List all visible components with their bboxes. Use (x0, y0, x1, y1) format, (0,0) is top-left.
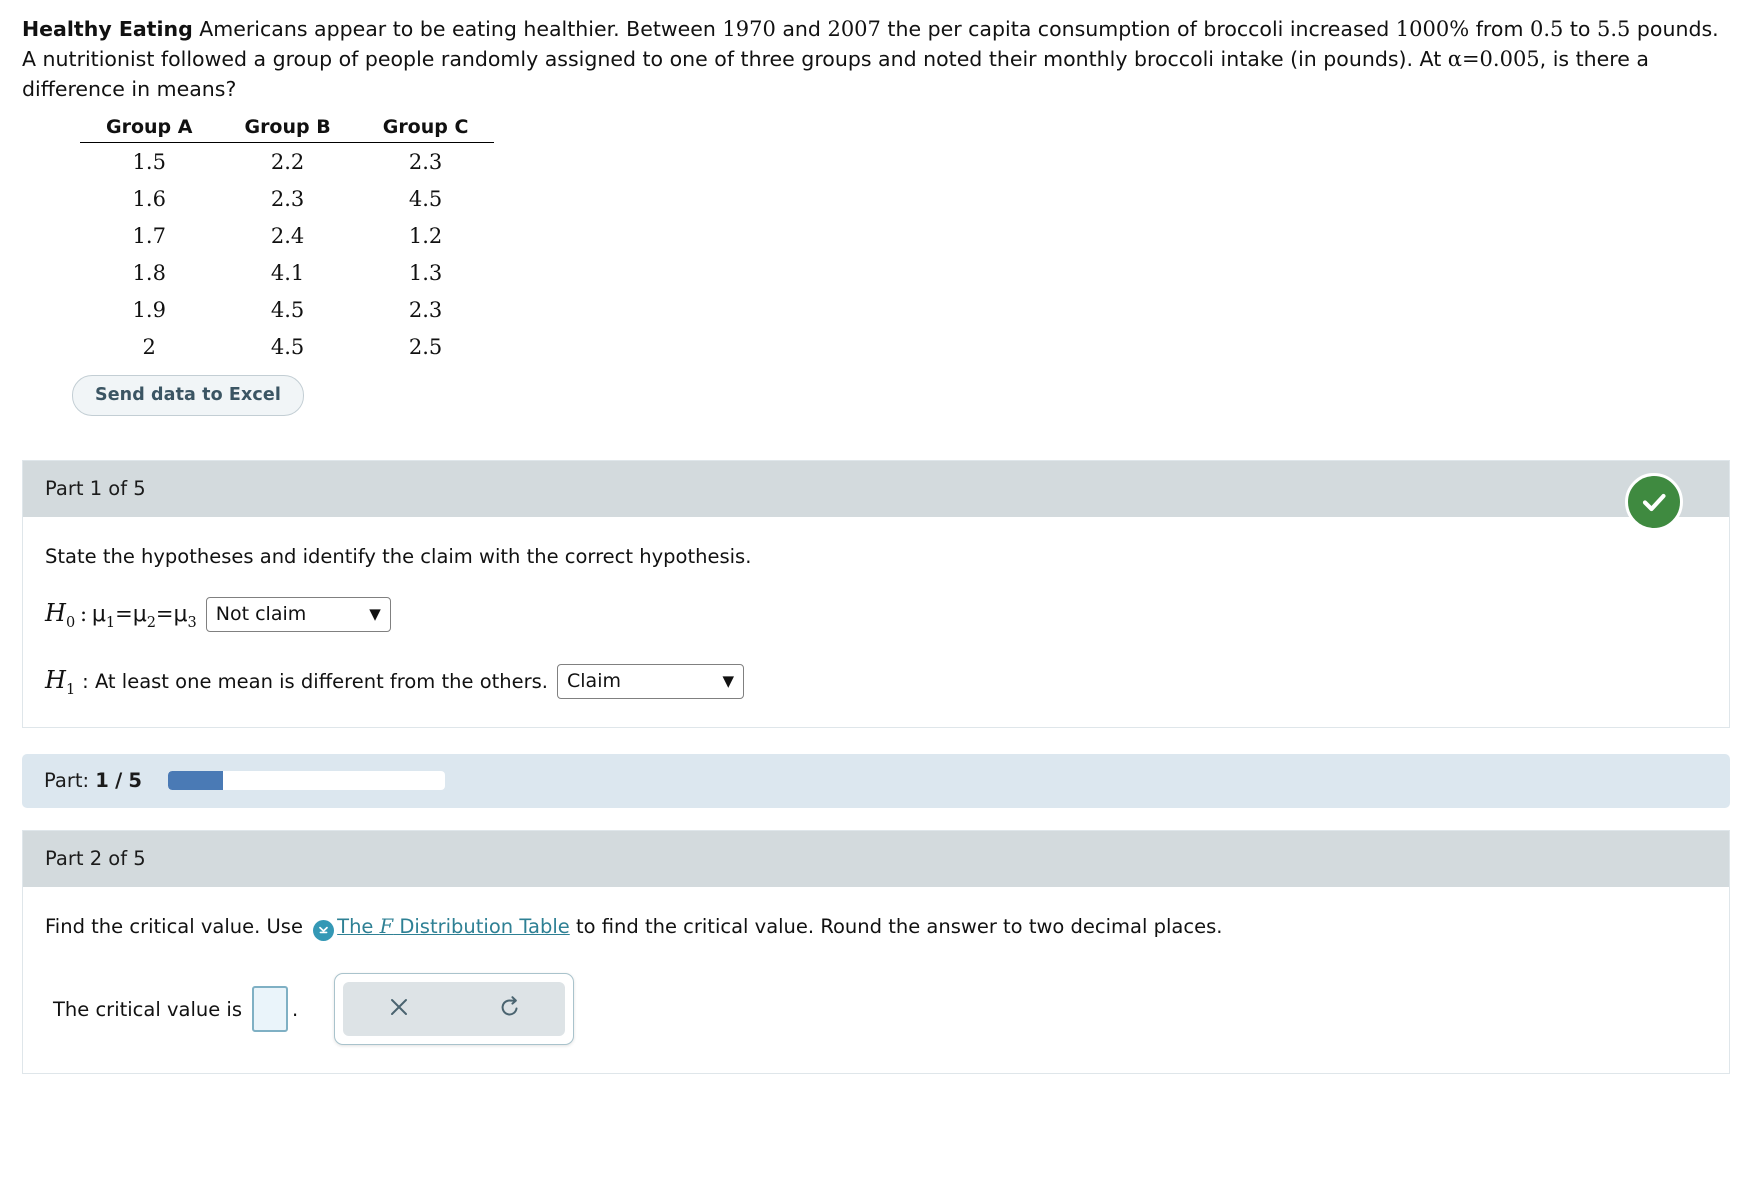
progress-current: 1 (95, 769, 109, 792)
alpha-value: α=0.005 (1447, 47, 1540, 71)
problem-text-and: and (775, 17, 828, 41)
cell-a2: 1.6 (132, 186, 166, 211)
year-start: 1970 (722, 17, 776, 41)
chevron-down-icon: ▼ (722, 671, 735, 690)
link-text-after: Distribution Table (393, 915, 570, 938)
broccoli-data-table: Group A Group B Group C 1.5 2.2 2.3 1.6 … (80, 116, 495, 366)
part-1-body: State the hypotheses and identify the cl… (23, 517, 1729, 727)
data-table-wrapper: Group A Group B Group C 1.5 2.2 2.3 1.6 … (0, 104, 1756, 365)
answer-row: The critical value is . (45, 973, 1707, 1045)
undo-answer-button[interactable] (454, 994, 565, 1024)
progress-prefix: Part: (44, 769, 90, 792)
h0-claim-value: Not claim (215, 603, 307, 625)
chevron-down-icon: ▼ (369, 604, 381, 623)
part-2-body: Find the critical value. Use The F Distr… (23, 887, 1729, 1073)
table-row: 1.5 2.2 2.3 (80, 143, 494, 181)
part-2-header: Part 2 of 5 (23, 831, 1729, 887)
h0-expression: H0 : μ1=μ2=μ3 (45, 598, 197, 631)
h0-claim-dropdown[interactable]: Not claim ▼ (205, 597, 391, 632)
clear-answer-button[interactable] (343, 994, 454, 1024)
cell-c1: 2.3 (408, 149, 443, 174)
cell-c2: 4.5 (408, 186, 443, 211)
value-from: 0.5 (1529, 17, 1564, 41)
progress-bar-fill (167, 771, 224, 790)
table-row: 1.8 4.1 1.3 (80, 254, 494, 291)
year-end: 2007 (827, 17, 881, 41)
cell-b6: 4.5 (270, 334, 305, 359)
progress-total: 5 (128, 769, 142, 792)
value-to: 5.5 (1596, 17, 1631, 41)
cell-a1: 1.5 (132, 149, 166, 174)
problem-title: Healthy Eating (22, 17, 193, 41)
cell-b2: 2.3 (270, 186, 305, 211)
part-2-question: Find the critical value. Use The F Distr… (45, 913, 1707, 941)
table-row: 1.9 4.5 2.3 (80, 291, 494, 328)
table-body: 1.5 2.2 2.3 1.6 2.3 4.5 1.7 2.4 1.2 1.8 … (80, 143, 494, 366)
chevron-down-circle-icon[interactable] (313, 920, 335, 941)
problem-statement: Healthy Eating Americans appear to be ea… (0, 0, 1756, 104)
cell-b3: 2.4 (270, 223, 305, 248)
part-2-question-prefix: Find the critical value. Use (45, 915, 303, 938)
cell-c4: 1.3 (408, 260, 443, 285)
answer-toolbar-inner (343, 982, 566, 1036)
cell-c6: 2.5 (408, 334, 443, 359)
column-header-group-b: Group B (218, 116, 357, 143)
column-header-group-a: Group A (80, 116, 219, 143)
problem-text-2: the per capita consumption of broccoli i… (880, 17, 1396, 41)
answer-label: The critical value is (53, 997, 243, 1021)
part-2-card: Part 2 of 5 Find the critical value. Use… (22, 830, 1730, 1074)
h1-claim-dropdown[interactable]: Claim ▼ (557, 664, 745, 699)
h1-claim-value: Claim (567, 670, 621, 692)
alternative-hypothesis-row: H1: At least one mean is different from … (45, 664, 1707, 699)
problem-text-to: to (1563, 17, 1597, 41)
part-1-question: State the hypotheses and identify the cl… (45, 545, 752, 568)
cell-a4: 1.8 (132, 260, 166, 285)
part-2-question-suffix: to find the critical value. Round the an… (575, 915, 1223, 938)
check-icon (1625, 473, 1683, 531)
progress-label: Part: 1 / 5 (44, 769, 142, 792)
progress-separator: / (115, 769, 123, 792)
cell-b5: 4.5 (270, 297, 305, 322)
column-header-group-c: Group C (356, 116, 495, 143)
answer-toolbar (334, 973, 575, 1045)
cell-b4: 4.1 (270, 260, 305, 285)
cell-c3: 1.2 (408, 223, 443, 248)
f-distribution-table-link[interactable]: The F Distribution Table (337, 915, 570, 938)
problem-text-1: Americans appear to be eating healthier.… (192, 17, 723, 41)
cell-a3: 1.7 (132, 223, 166, 248)
cell-a6: 2 (142, 334, 156, 359)
link-text-before: The (337, 915, 380, 938)
cell-c5: 2.3 (408, 297, 443, 322)
h1-statement: : At least one mean is different from th… (82, 669, 549, 693)
cell-b1: 2.2 (270, 149, 305, 174)
progress-strip: Part: 1 / 5 (22, 754, 1730, 808)
part-1-card: Part 1 of 5 State the hypotheses and ide… (22, 460, 1730, 728)
part-1-header: Part 1 of 5 (23, 461, 1729, 517)
undo-arrow-icon (497, 994, 523, 1024)
h1-expression: H1: At least one mean is different from … (45, 665, 549, 698)
progress-bar-track (167, 771, 445, 790)
link-text-italic: F (379, 915, 394, 938)
answer-period: . (292, 997, 299, 1021)
table-row: 1.6 2.3 4.5 (80, 180, 494, 217)
critical-value-input[interactable] (252, 986, 289, 1032)
table-header-row: Group A Group B Group C (80, 116, 495, 143)
close-x-icon (386, 994, 412, 1024)
send-data-to-excel-button[interactable]: Send data to Excel (72, 375, 304, 416)
null-hypothesis-row: H0 : μ1=μ2=μ3 Not claim ▼ (45, 597, 1707, 632)
table-row: 1.7 2.4 1.2 (80, 217, 494, 254)
table-row: 2 4.5 2.5 (80, 328, 494, 365)
cell-a5: 1.9 (132, 297, 166, 322)
percent-increase: 1000% (1395, 17, 1470, 41)
problem-text-from: from (1469, 17, 1530, 41)
